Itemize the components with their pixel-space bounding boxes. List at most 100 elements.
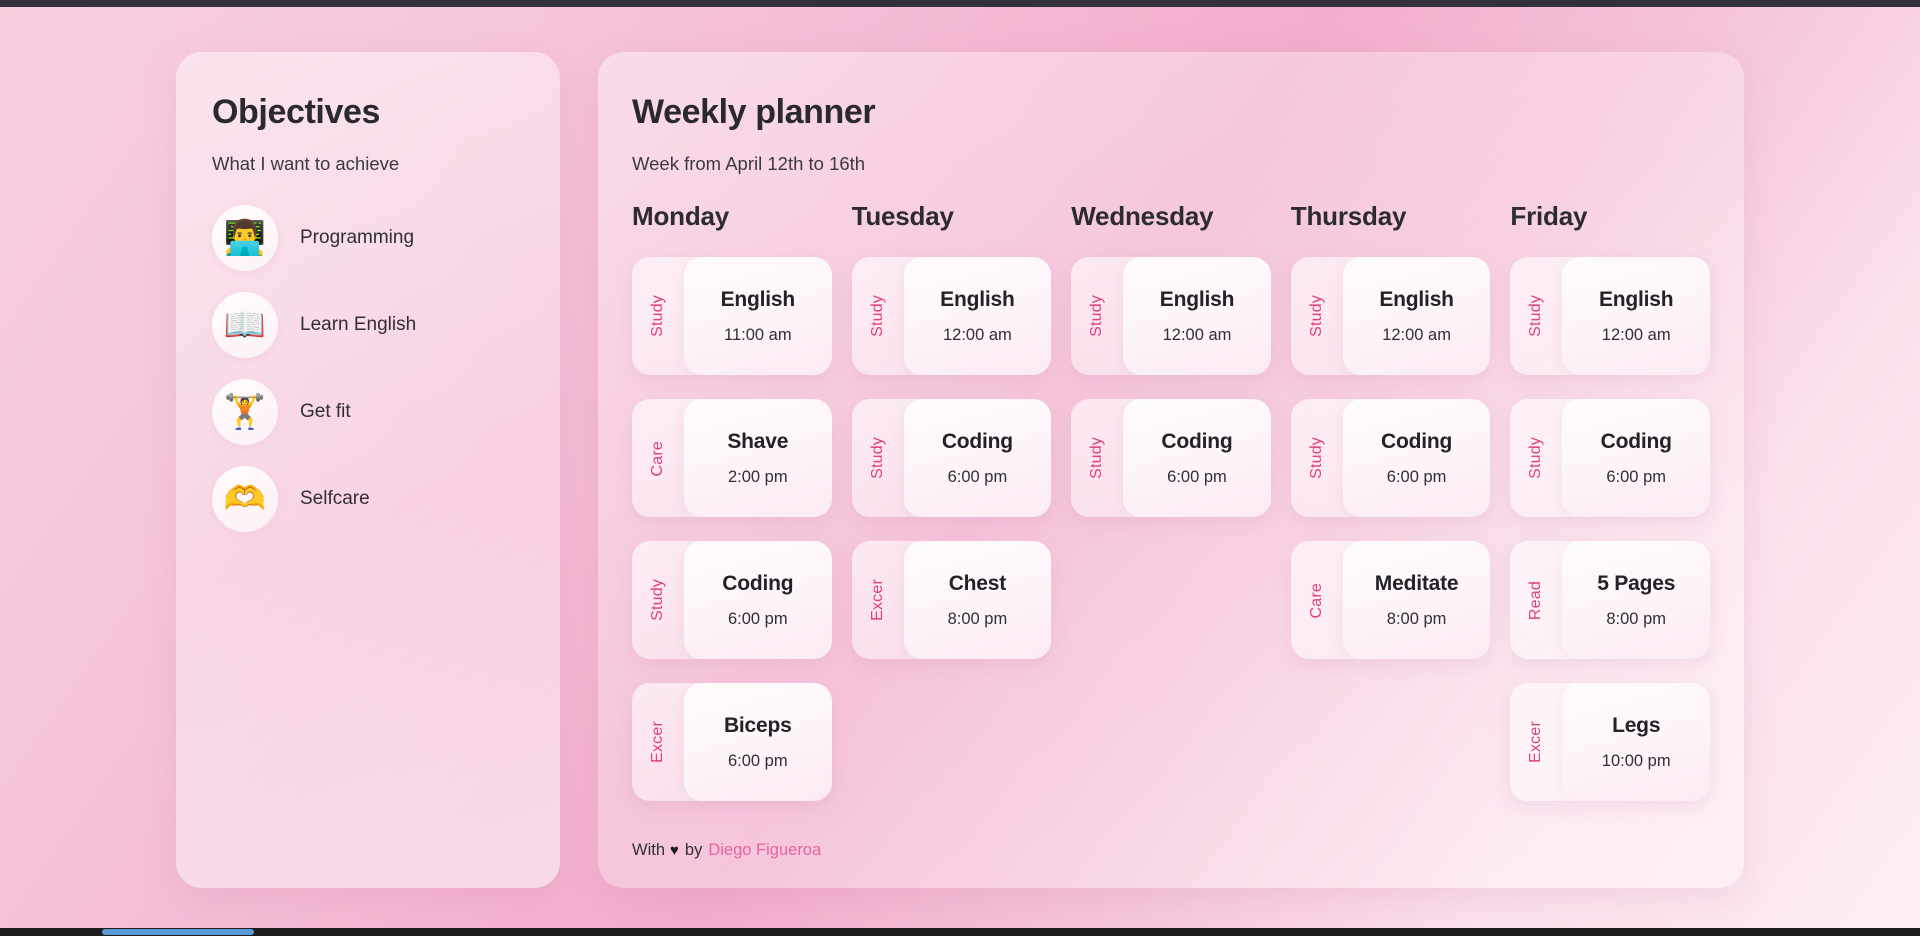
task-category-label: Read <box>1527 580 1545 620</box>
day-task-list: Study English 11:00 am Care Shave 2:00 pm Stud… <box>632 257 832 802</box>
day-column-tuesday: Tuesday Study English 12:00 am Study Coding 6:… <box>851 201 1052 815</box>
objective-label: Selfcare <box>300 488 370 510</box>
objective-item[interactable]: 📖 Learn English <box>212 292 524 359</box>
page-layout: Objectives What I want to achieve 👨‍💻 Pro… <box>176 52 1744 888</box>
task-card[interactable]: Study Coding 6:00 pm <box>851 399 1052 518</box>
task-time: 12:00 am <box>1162 325 1232 344</box>
footer-by: by <box>684 841 703 859</box>
task-title: 5 Pages <box>1597 571 1676 595</box>
task-card[interactable]: Study Coding 6:00 pm <box>1071 399 1271 518</box>
task-category-label: Study <box>1527 437 1545 480</box>
task-category-strip: Care <box>1291 541 1343 659</box>
task-card[interactable]: Study Coding 6:00 pm <box>1290 399 1491 518</box>
planner-subtitle: Week from April 12th to 16th <box>632 153 866 175</box>
task-category-label: Care <box>1307 582 1325 619</box>
objective-icon-glyph: 👨‍💻 <box>223 219 267 258</box>
task-time: 8:00 pm <box>1606 609 1666 628</box>
objective-icon-glyph: 📖 <box>223 306 267 345</box>
objective-item[interactable]: 🫶 Selfcare <box>212 466 524 533</box>
task-body[interactable]: English 12:00 am <box>1123 257 1271 376</box>
task-card[interactable]: Care Shave 2:00 pm <box>632 399 832 518</box>
day-task-list: Study English 12:00 am Study Coding 6:00 pm Re… <box>1510 257 1710 802</box>
task-body[interactable]: Coding 6:00 pm <box>1342 399 1491 518</box>
app-viewport: Objectives What I want to achieve 👨‍💻 Pro… <box>0 0 1920 936</box>
objectives-list: 👨‍💻 Programming 📖 Learn English 🏋️ Get fit 🫶 Se… <box>212 205 524 533</box>
day-column-thursday: Thursday Study English 12:00 am Study Coding 6… <box>1290 201 1491 815</box>
objective-icon-glyph: 🏋️ <box>223 393 267 432</box>
task-title: Legs <box>1612 713 1661 737</box>
task-time: 10:00 pm <box>1601 751 1671 770</box>
footer-prefix: With <box>632 841 665 859</box>
day-column-monday: Monday Study English 11:00 am Care Shave 2:00 … <box>632 201 832 815</box>
task-category-label: Study <box>1307 437 1325 480</box>
task-card[interactable]: Study English 12:00 am <box>1290 257 1491 376</box>
task-category-label: Study <box>868 437 886 480</box>
day-column-wednesday: Wednesday Study English 12:00 am Study Coding… <box>1071 201 1271 815</box>
day-header: Wednesday <box>1071 201 1214 232</box>
objective-item[interactable]: 🏋️ Get fit <box>212 379 524 446</box>
objective-icon-glyph: 🫶 <box>223 480 267 519</box>
task-body[interactable]: Biceps 6:00 pm <box>684 683 832 802</box>
planner-header: Weekly planner Week from April 12th to 1… <box>632 93 1710 175</box>
task-body[interactable]: English 12:00 am <box>903 257 1052 376</box>
objective-label: Get fit <box>300 401 351 423</box>
task-body[interactable]: English 12:00 am <box>1342 257 1491 376</box>
task-card[interactable]: Excer Chest 8:00 pm <box>851 541 1052 660</box>
task-card[interactable]: Study English 12:00 am <box>851 257 1052 376</box>
task-category-strip: Study <box>852 257 904 375</box>
task-time: 8:00 pm <box>1386 609 1447 628</box>
task-body[interactable]: Coding 6:00 pm <box>1562 399 1710 518</box>
objectives-panel: Objectives What I want to achieve 👨‍💻 Pro… <box>176 52 560 888</box>
task-card[interactable]: Study English 12:00 am <box>1510 257 1710 376</box>
task-title: Coding <box>941 429 1013 453</box>
task-title: English <box>1159 287 1235 311</box>
task-body[interactable]: Legs 10:00 pm <box>1562 683 1710 802</box>
task-card[interactable]: Read 5 Pages 8:00 pm <box>1510 541 1710 660</box>
objective-item[interactable]: 👨‍💻 Programming <box>212 205 524 272</box>
task-body[interactable]: Coding 6:00 pm <box>903 399 1052 518</box>
task-body[interactable]: English 12:00 am <box>1562 257 1710 376</box>
task-category-strip: Excer <box>1510 683 1562 801</box>
task-card[interactable]: Study English 12:00 am <box>1071 257 1271 376</box>
horizontal-scrollbar-thumb[interactable] <box>102 929 254 935</box>
planner-footer: With ♥ by Diego Figueroa <box>632 841 1710 860</box>
task-category-strip: Care <box>632 399 684 517</box>
task-card[interactable]: Study Coding 6:00 pm <box>632 541 832 660</box>
task-body[interactable]: Shave 2:00 pm <box>684 399 832 518</box>
task-category-label: Excer <box>868 579 886 622</box>
task-category-strip: Study <box>852 399 904 517</box>
task-category-strip: Study <box>1291 399 1343 517</box>
weightlifter-icon: 🏋️ <box>212 379 278 446</box>
task-card[interactable]: Care Meditate 8:00 pm <box>1290 541 1491 660</box>
task-card[interactable]: Study Coding 6:00 pm <box>1510 399 1710 518</box>
task-category-strip: Read <box>1510 541 1562 659</box>
task-time: 6:00 pm <box>727 751 788 770</box>
task-category-label: Care <box>649 440 666 477</box>
task-title: Shave <box>727 429 789 453</box>
author-link[interactable]: Diego Figueroa <box>708 841 821 860</box>
task-card[interactable]: Excer Legs 10:00 pm <box>1510 683 1710 802</box>
task-card[interactable]: Study English 11:00 am <box>632 257 832 376</box>
task-body[interactable]: Meditate 8:00 pm <box>1342 541 1491 660</box>
task-category-label: Study <box>868 295 886 338</box>
task-body[interactable]: 5 Pages 8:00 pm <box>1562 541 1710 660</box>
browser-top-chrome <box>0 0 1920 7</box>
task-title: English <box>720 287 796 311</box>
task-category-strip: Study <box>1510 257 1562 375</box>
task-body[interactable]: English 11:00 am <box>684 257 832 376</box>
task-card[interactable]: Excer Biceps 6:00 pm <box>632 683 832 802</box>
task-category-strip: Study <box>632 257 684 375</box>
task-body[interactable]: Chest 8:00 pm <box>903 541 1052 660</box>
heart-icon: ♥ <box>670 842 679 859</box>
task-time: 8:00 pm <box>947 609 1008 628</box>
task-time: 6:00 pm <box>727 609 788 628</box>
task-title: English <box>940 287 1015 311</box>
day-header: Thursday <box>1290 201 1407 232</box>
task-body[interactable]: Coding 6:00 pm <box>684 541 832 660</box>
task-category-label: Excer <box>1527 721 1545 764</box>
task-body[interactable]: Coding 6:00 pm <box>1123 399 1271 518</box>
task-time: 6:00 pm <box>947 467 1008 486</box>
task-title: Coding <box>1161 429 1233 453</box>
browser-bottom-chrome <box>0 928 1920 936</box>
weekly-planner-panel: Weekly planner Week from April 12th to 1… <box>598 52 1744 888</box>
